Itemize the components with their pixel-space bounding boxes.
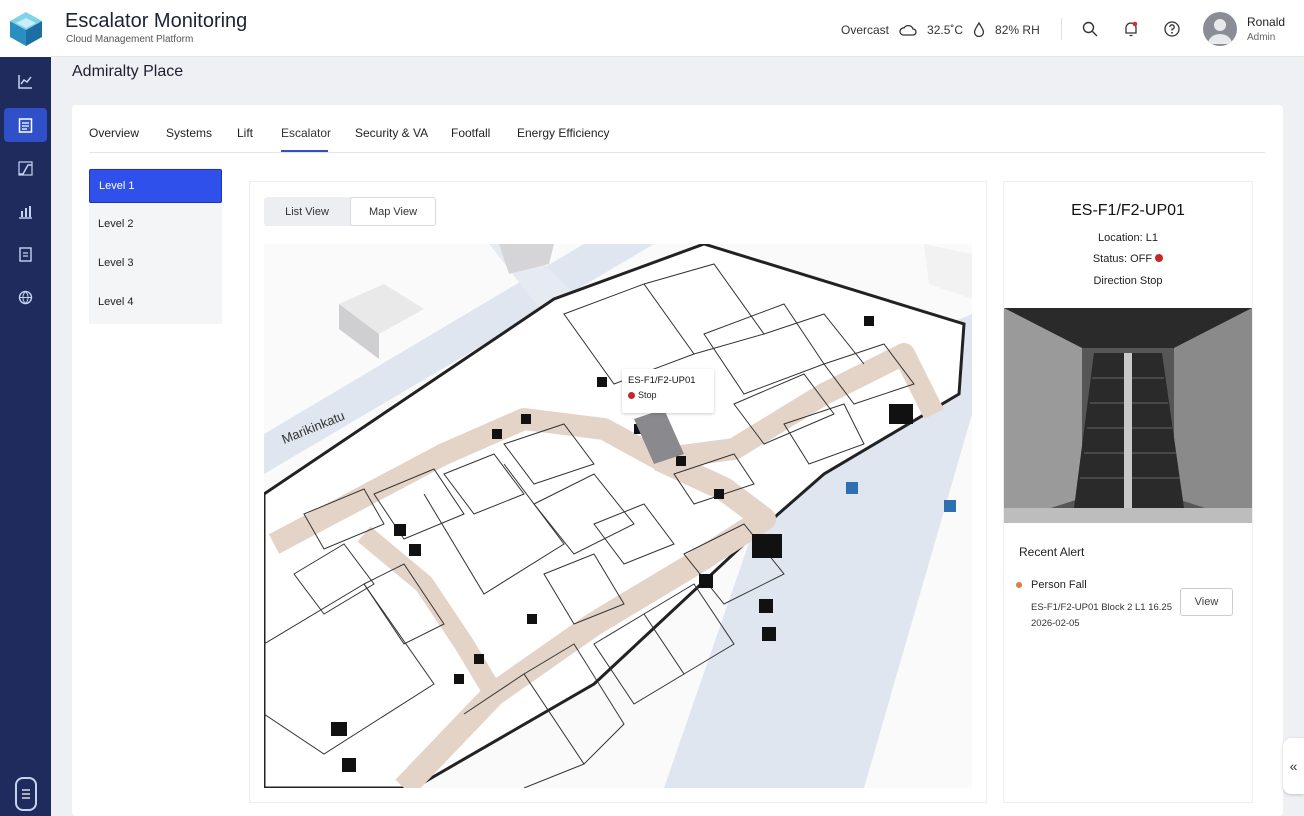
active-tab-indicator xyxy=(281,150,328,152)
tab-overview[interactable]: Overview xyxy=(89,126,139,140)
app-logo xyxy=(0,0,51,57)
escalator-status: Status: OFF xyxy=(1004,253,1252,265)
bell-icon[interactable] xyxy=(1122,20,1140,38)
user-role: Admin xyxy=(1247,32,1276,43)
double-chevron-left-icon: « xyxy=(1289,758,1298,774)
cloud-icon xyxy=(899,24,917,36)
tab-systems[interactable]: Systems xyxy=(166,126,212,140)
sidebar-item-assets[interactable] xyxy=(4,108,47,142)
list-document-icon xyxy=(18,117,33,133)
search-icon[interactable] xyxy=(1081,20,1099,38)
user-name: Ronald xyxy=(1247,15,1286,29)
water-drop-icon xyxy=(973,22,985,37)
level-item-3[interactable]: Level 3 xyxy=(89,247,222,281)
alert-type: Person Fall xyxy=(1031,579,1087,591)
tooltip-escalator-status: Stop xyxy=(638,390,657,400)
view-toggle: List View Map View xyxy=(264,197,436,226)
alert-date: 2026-02-05 xyxy=(1031,618,1080,629)
level-item-1[interactable]: Level 1 xyxy=(89,169,222,203)
escalator-id: ES-F1/F2-UP01 xyxy=(1071,202,1185,219)
user-icon xyxy=(1208,19,1232,44)
tab-escalator[interactable]: Escalator xyxy=(281,126,331,140)
tab-bar: Overview Systems Lift Escalator Security… xyxy=(89,123,1265,153)
tab-footfall[interactable]: Footfall xyxy=(451,126,490,140)
report-icon xyxy=(19,246,32,262)
sidebar-item-global[interactable] xyxy=(4,280,47,314)
escalator-location: Location: L1 xyxy=(1098,232,1158,244)
list-view-button[interactable]: List View xyxy=(264,197,350,226)
escalator-direction: Direction Stop xyxy=(1093,275,1163,287)
escalator-detail-panel: ES-F1/F2-UP01 Location: L1 Status: OFF D… xyxy=(1004,182,1252,802)
sidebar-item-analytics[interactable] xyxy=(4,194,47,228)
floor-map[interactable]: Marikinkatu ES-F1/F2-UP01 Stop xyxy=(264,244,972,788)
escalator-photo xyxy=(1004,308,1252,523)
sidebar-item-reports[interactable] xyxy=(4,237,47,271)
main-card: Overview Systems Lift Escalator Security… xyxy=(72,105,1283,816)
top-header: Escalator Monitoring Cloud Management Pl… xyxy=(51,0,1304,57)
bar-chart-icon xyxy=(19,205,32,219)
user-avatar[interactable] xyxy=(1203,12,1237,46)
sidebar-menu-button[interactable] xyxy=(15,777,37,811)
globe-icon xyxy=(18,290,33,304)
sidebar-item-escalator[interactable] xyxy=(4,151,47,185)
tooltip-escalator-name: ES-F1/F2-UP01 xyxy=(628,375,696,386)
level-item-2[interactable]: Level 2 xyxy=(89,208,222,242)
tab-security-va[interactable]: Security & VA xyxy=(355,126,428,140)
tab-lift[interactable]: Lift xyxy=(237,126,253,140)
alert-dot xyxy=(1016,582,1022,588)
alert-detail: ES-F1/F2-UP01 Block 2 L1 16.25 2026-02-0… xyxy=(1031,600,1181,632)
map-blue-marker xyxy=(846,482,858,494)
map-view-button[interactable]: Map View xyxy=(350,197,436,226)
map-panel: List View Map View Marikinkatu ES-F1/F2-… xyxy=(250,182,986,802)
weather-widget: Overcast 32.5˚C 82% RH xyxy=(841,22,1040,37)
weather-humidity: 82% RH xyxy=(995,22,1040,37)
page-title: Admiralty Place xyxy=(72,63,184,80)
sidebar-item-dashboard[interactable] xyxy=(4,64,47,98)
weather-condition: Overcast xyxy=(841,22,890,37)
status-off-dot xyxy=(1155,254,1164,262)
escalator-tooltip[interactable]: ES-F1/F2-UP01 Stop xyxy=(622,369,714,413)
header-divider xyxy=(1061,18,1062,40)
escalator-icon xyxy=(18,160,33,176)
recent-alert-title: Recent Alert xyxy=(1019,545,1085,559)
collapse-panel-button[interactable]: « xyxy=(1283,738,1304,794)
level-list: Level 1 Level 2 Level 3 Level 4 xyxy=(89,168,222,324)
cube-logo-icon xyxy=(9,11,42,46)
status-stop-dot xyxy=(628,391,635,399)
sidebar xyxy=(0,0,51,816)
app-subtitle: Cloud Management Platform xyxy=(66,34,194,45)
help-icon[interactable] xyxy=(1163,20,1181,38)
menu-icon xyxy=(22,789,30,799)
weather-temperature: 32.5˚C xyxy=(927,22,964,37)
tab-energy-efficiency[interactable]: Energy Efficiency xyxy=(517,126,610,140)
line-chart-icon xyxy=(18,74,32,89)
floor-map-drawing: Marikinkatu xyxy=(264,244,972,788)
alert-view-button[interactable]: View xyxy=(1180,588,1233,616)
alert-detail-text: ES-F1/F2-UP01 Block 2 L1 16.25 xyxy=(1031,602,1172,613)
level-item-4[interactable]: Level 4 xyxy=(89,286,222,320)
app-title: Escalator Monitoring xyxy=(65,10,248,32)
